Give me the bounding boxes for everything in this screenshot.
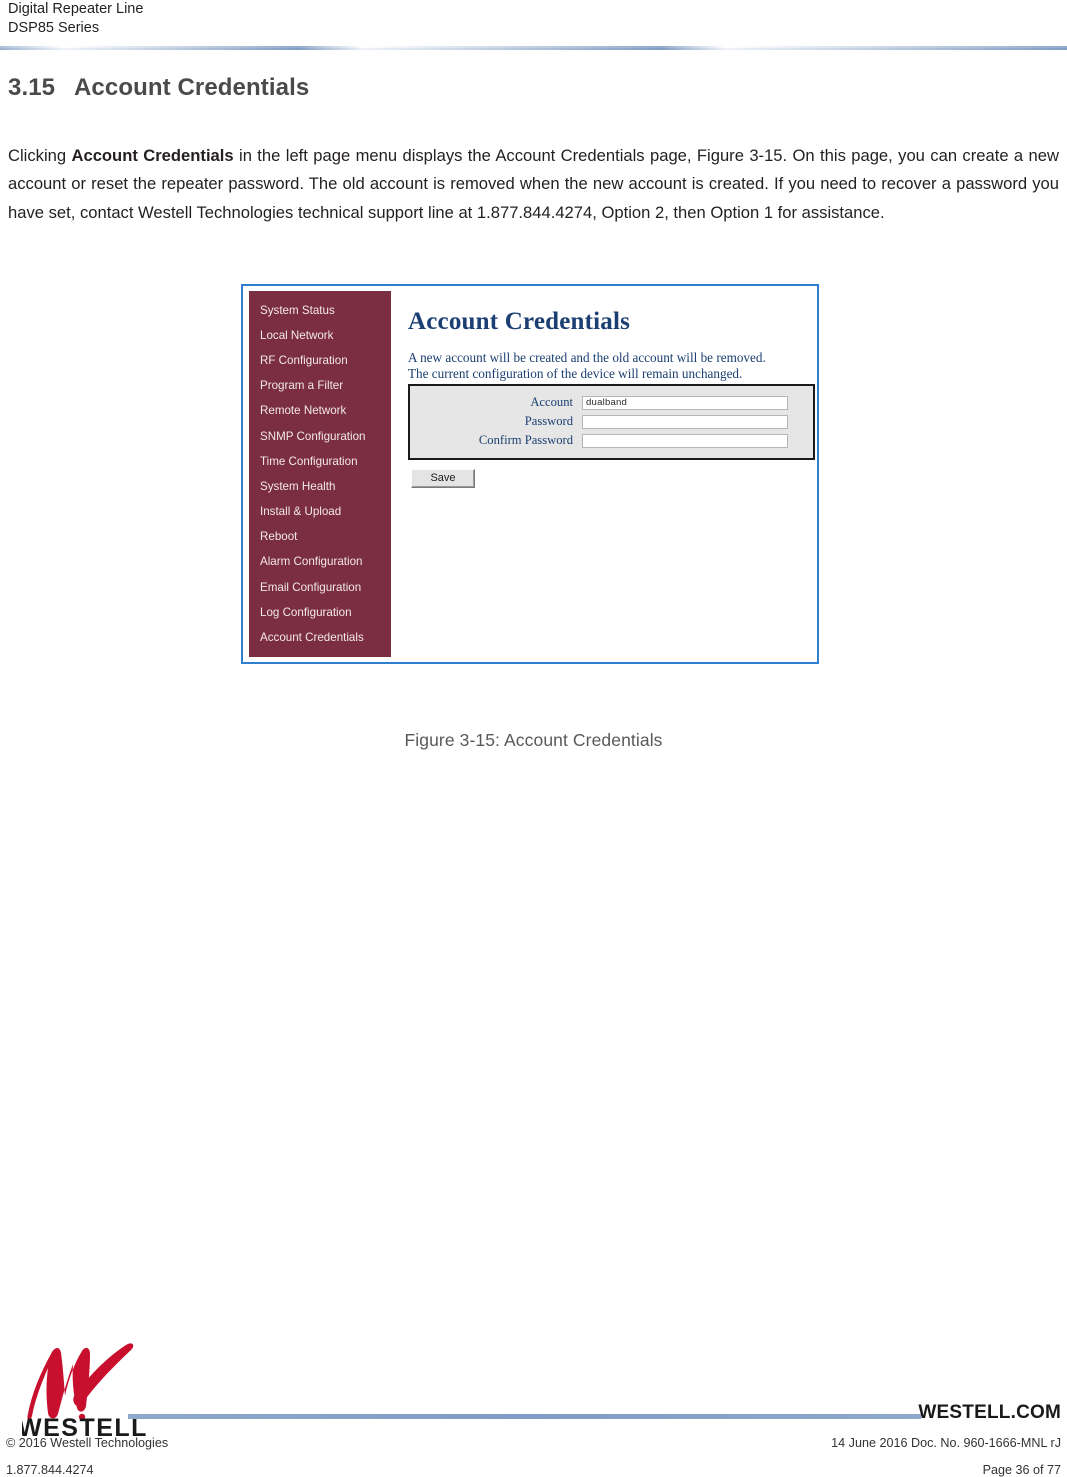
form-row-account: Account dualband	[410, 395, 813, 410]
screenshot-main-content: Account Credentials A new account will b…	[391, 286, 817, 662]
confirm-password-label: Confirm Password	[478, 433, 573, 447]
figure-screenshot: System Status Local Network RF Configura…	[241, 284, 819, 664]
header-rule-gradient	[0, 46, 1067, 50]
sidebar-item-snmp-configuration[interactable]: SNMP Configuration	[249, 424, 391, 449]
running-header: Digital Repeater Line DSP85 Series	[8, 0, 1059, 38]
sidebar-item-system-status[interactable]: System Status	[249, 298, 391, 323]
sidebar-item-program-a-filter[interactable]: Program a Filter	[249, 374, 391, 399]
sidebar-item-install-upload[interactable]: Install & Upload	[249, 500, 391, 525]
section-title: Account Credentials	[74, 74, 310, 101]
footer-doc-info: 14 June 2016 Doc. No. 960-1666-MNL rJ	[831, 1436, 1061, 1450]
screenshot-description: A new account will be created and the ol…	[408, 350, 817, 381]
document-page: Digital Repeater Line DSP85 Series 3.15 …	[0, 0, 1067, 1477]
sidebar-item-remote-network[interactable]: Remote Network	[249, 399, 391, 424]
footer-divider-rule	[128, 1414, 921, 1419]
sidebar-item-account-credentials[interactable]: Account Credentials	[249, 625, 391, 650]
sidebar-item-log-configuration[interactable]: Log Configuration	[249, 600, 391, 625]
footer-website: WESTELL.COM	[918, 1402, 1061, 1423]
section-number: 3.15	[8, 74, 56, 101]
description-line-1: A new account will be created and the ol…	[408, 350, 766, 365]
figure-caption: Figure 3-15: Account Credentials	[404, 730, 663, 750]
sidebar-item-system-health[interactable]: System Health	[249, 474, 391, 499]
account-label: Account	[530, 395, 573, 409]
password-label: Password	[524, 414, 573, 428]
header-line-product: Digital Repeater Line	[8, 1, 144, 17]
westell-logo: WESTELL	[22, 1336, 172, 1440]
sidebar-item-rf-configuration[interactable]: RF Configuration	[249, 348, 391, 373]
form-row-password: Password	[410, 414, 813, 429]
sidebar-item-time-configuration[interactable]: Time Configuration	[249, 449, 391, 474]
page-footer: WESTELL WESTELL.COM © 2016 Westell Techn…	[0, 1330, 1067, 1477]
description-line-2: The current configuration of the device …	[408, 365, 743, 381]
confirm-password-input[interactable]	[582, 433, 788, 448]
screenshot-frame: System Status Local Network RF Configura…	[241, 284, 819, 664]
sidebar-item-reboot[interactable]: Reboot	[249, 525, 391, 550]
header-line-series: DSP85 Series	[8, 20, 100, 36]
section-heading: 3.15 Account Credentials	[8, 74, 309, 102]
screenshot-sidebar-nav: System Status Local Network RF Configura…	[249, 291, 391, 657]
sidebar-item-email-configuration[interactable]: Email Configuration	[249, 575, 391, 600]
header-divider-rule	[0, 46, 1067, 51]
screenshot-page-title: Account Credentials	[408, 308, 631, 335]
credentials-form-panel: Account dualband Password Confirm Passwo…	[408, 384, 815, 460]
westell-logo-graphic: WESTELL	[22, 1343, 146, 1440]
footer-copyright: © 2016 Westell Technologies	[6, 1436, 169, 1450]
account-input[interactable]: dualband	[582, 395, 788, 410]
sidebar-item-local-network[interactable]: Local Network	[249, 323, 391, 348]
paragraph-bold-term: Account Credentials	[71, 145, 234, 165]
body-paragraph: Clicking Account Credentials in the left…	[8, 142, 1059, 228]
save-button[interactable]: Save	[411, 469, 475, 488]
form-row-confirm-password: Confirm Password	[410, 433, 813, 448]
password-input[interactable]	[582, 414, 788, 429]
paragraph-text-lead: Clicking	[8, 145, 72, 165]
sidebar-item-alarm-configuration[interactable]: Alarm Configuration	[249, 550, 391, 575]
